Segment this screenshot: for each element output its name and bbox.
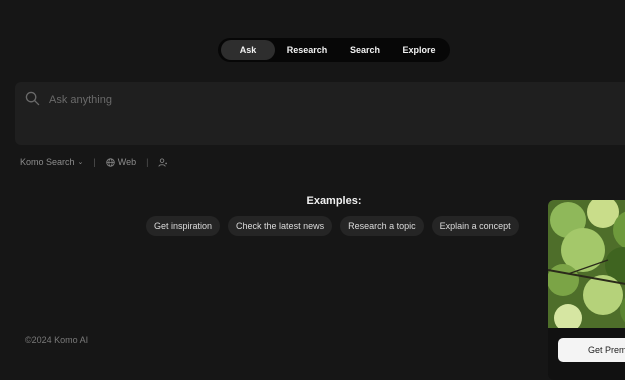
- divider: |: [146, 157, 149, 167]
- source-web-toggle[interactable]: Web: [106, 157, 136, 167]
- example-chips: Get inspiration Check the latest news Re…: [146, 216, 519, 236]
- chip-get-inspiration[interactable]: Get inspiration: [146, 216, 221, 236]
- globe-icon: [106, 157, 115, 167]
- search-box[interactable]: [15, 82, 625, 145]
- tab-research[interactable]: Research: [275, 40, 339, 60]
- search-engine-dropdown[interactable]: Komo Search ⌄: [20, 157, 83, 167]
- search-input[interactable]: [47, 90, 611, 110]
- tab-ask[interactable]: Ask: [221, 40, 275, 60]
- mode-tabs: Ask Research Search Explore: [218, 38, 450, 62]
- tab-explore[interactable]: Explore: [391, 40, 447, 60]
- tab-search[interactable]: Search: [339, 40, 391, 60]
- search-icon: [25, 91, 40, 106]
- search-engine-label: Komo Search: [20, 157, 75, 167]
- search-options: Komo Search ⌄ | Web |: [20, 155, 168, 169]
- divider: |: [93, 157, 96, 167]
- chip-research-topic[interactable]: Research a topic: [340, 216, 424, 236]
- promo-image: [548, 200, 625, 328]
- chip-check-latest-news[interactable]: Check the latest news: [228, 216, 333, 236]
- examples-title: Examples:: [306, 195, 362, 207]
- source-web-label: Web: [117, 157, 137, 167]
- persona-button[interactable]: [158, 157, 168, 167]
- footer-copyright: ©2024 Komo AI: [25, 335, 89, 345]
- person-icon: [158, 157, 168, 167]
- chevron-down-icon: ⌄: [77, 159, 84, 166]
- chip-explain-concept[interactable]: Explain a concept: [431, 216, 519, 236]
- premium-promo-card: Get Prem: [548, 200, 625, 380]
- get-premium-button[interactable]: Get Prem: [558, 338, 625, 362]
